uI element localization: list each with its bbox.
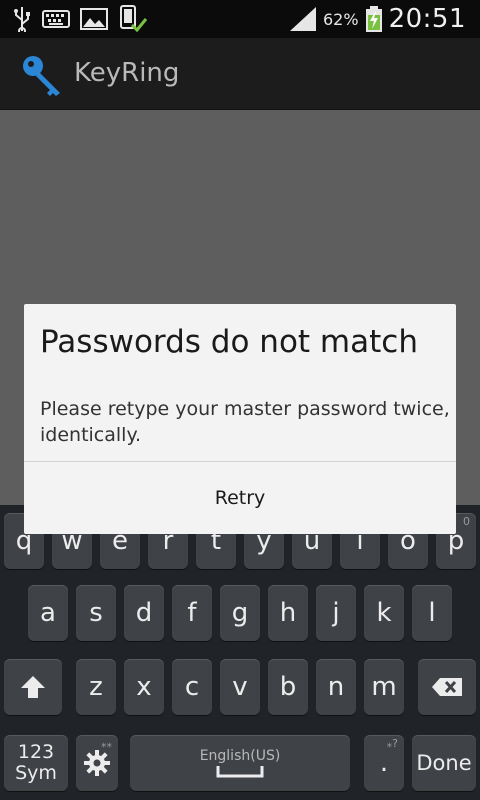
- backspace-icon: [432, 678, 462, 696]
- key-b[interactable]: b: [268, 659, 308, 715]
- status-bar: 62% 20:51: [0, 0, 480, 38]
- clock: 20:51: [388, 4, 466, 34]
- key-icon[interactable]: [20, 53, 64, 97]
- key-x[interactable]: x: [124, 659, 164, 715]
- done-key[interactable]: Done: [412, 735, 476, 791]
- key-p-sup: 0: [463, 515, 470, 528]
- battery-percent: 62%: [323, 9, 359, 29]
- device-check-icon: [120, 5, 148, 33]
- key-j[interactable]: j: [316, 585, 356, 641]
- period-key-sup: ⁎?: [386, 737, 398, 750]
- keyboard-icon: [42, 10, 70, 28]
- battery-charging-icon: [365, 6, 382, 32]
- error-dialog: Passwords do not match Please retype you…: [24, 304, 456, 534]
- key-d[interactable]: d: [124, 585, 164, 641]
- key-v[interactable]: v: [220, 659, 260, 715]
- usb-icon: [14, 7, 30, 32]
- soft-keyboard: q w e r t y u i o p 0 a s d f g h j k l …: [0, 505, 480, 800]
- settings-key[interactable]: ⁎⁎: [76, 735, 118, 791]
- symbols-key-line2: Sym: [15, 762, 57, 784]
- key-s[interactable]: s: [76, 585, 116, 641]
- key-m[interactable]: m: [364, 659, 404, 715]
- gallery-icon: [80, 8, 108, 30]
- key-f[interactable]: f: [172, 585, 212, 641]
- period-key[interactable]: ⁎? .: [364, 735, 404, 791]
- key-l[interactable]: l: [412, 585, 452, 641]
- signal-icon: [290, 7, 316, 31]
- symbols-key-line1: 123: [17, 741, 55, 763]
- space-bracket-icon: [216, 766, 264, 778]
- period-label: .: [379, 748, 389, 778]
- retry-button[interactable]: Retry: [24, 462, 456, 534]
- symbols-key[interactable]: 123 Sym: [4, 735, 68, 791]
- app-title: KeyRing: [74, 58, 180, 88]
- status-notifications: [12, 5, 148, 33]
- backspace-key[interactable]: [418, 659, 476, 715]
- action-bar: KeyRing: [0, 38, 480, 110]
- key-k[interactable]: k: [364, 585, 404, 641]
- key-c[interactable]: c: [172, 659, 212, 715]
- shift-arrow-icon: [21, 676, 45, 698]
- shift-key[interactable]: [4, 659, 62, 715]
- dialog-title: Passwords do not match: [40, 324, 418, 360]
- key-g[interactable]: g: [220, 585, 260, 641]
- dialog-message: Please retype your master password twice…: [40, 398, 450, 446]
- gear-icon: [84, 750, 110, 776]
- status-system: 62% 20:51: [289, 4, 466, 34]
- key-a[interactable]: a: [28, 585, 68, 641]
- spacebar-key[interactable]: English(US): [130, 735, 350, 791]
- spacebar-language: English(US): [199, 748, 281, 764]
- settings-key-sup: ⁎⁎: [101, 737, 112, 750]
- key-n[interactable]: n: [316, 659, 356, 715]
- key-h[interactable]: h: [268, 585, 308, 641]
- key-z[interactable]: z: [76, 659, 116, 715]
